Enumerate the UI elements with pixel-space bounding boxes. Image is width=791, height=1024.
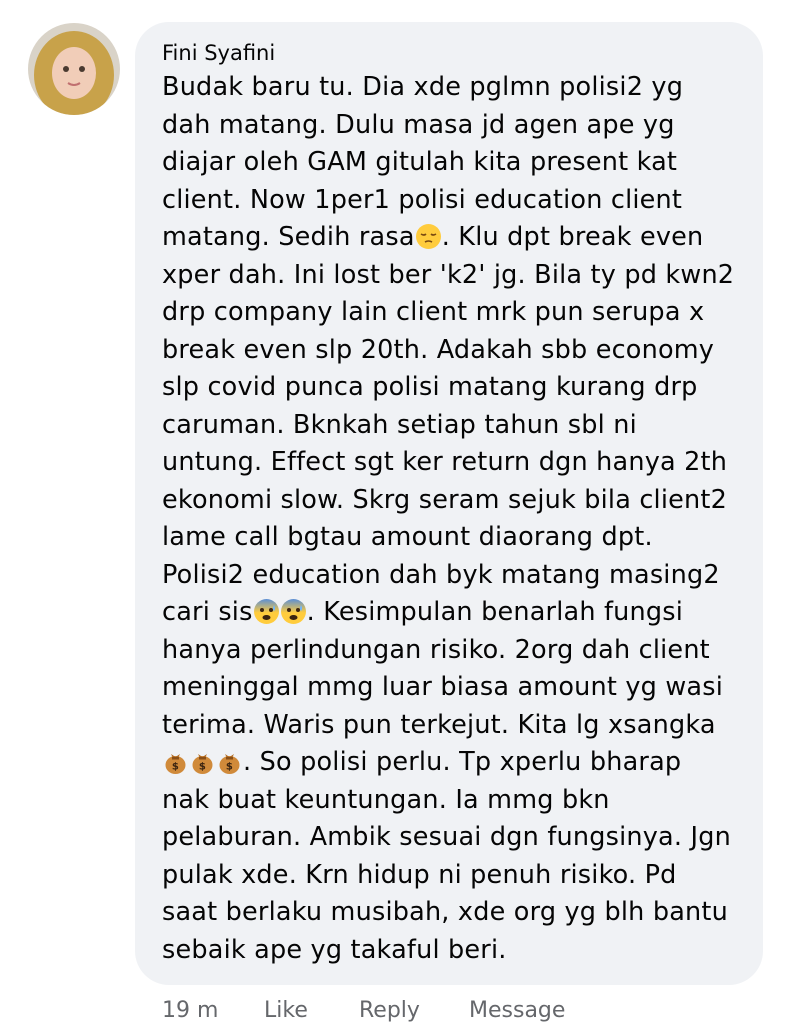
- comment-line-text: xper dah. Ini lost ber 'k2' jg. Bila ty …: [162, 259, 735, 290]
- money-bag-emoji: $: [162, 748, 189, 775]
- comment-line-text: Polisi2 education dah byk matang masing2: [162, 559, 720, 590]
- avatar[interactable]: [28, 23, 120, 115]
- comment-line-text: client. Now 1per1 polisi education clien…: [162, 184, 683, 215]
- message-button[interactable]: Message: [469, 998, 565, 1023]
- comment-line-text: meninggal mmg luar biasa amount yg wasi: [162, 672, 724, 702]
- comment-line-text: slp covid punca polisi matang kurang drp: [162, 372, 698, 402]
- comment-line-text: caruman. Bknkah setiap tahun sbl ni: [162, 409, 637, 440]
- comment-line-text: sebaik ape yg takaful beri.: [162, 934, 507, 965]
- comment-line: hanya perlindungan risiko. 2org dah clie…: [162, 632, 749, 670]
- comment-line-text: break even slp 20th. Adakah sbb economy: [162, 334, 715, 365]
- comment-line: saat berlaku musibah, xde org yg blh ban…: [162, 894, 749, 932]
- comment-line: Polisi2 education dah byk matang masing2: [162, 557, 749, 595]
- comment-line-text: nak buat keuntungan. Ia mmg bkn: [162, 784, 610, 815]
- comment-line: $ $ $ . So polisi perlu. Tp xperlu bharap: [162, 744, 749, 782]
- comment-line-text: cari sis: [162, 597, 253, 627]
- comment-line: caruman. Bknkah setiap tahun sbl ni: [162, 407, 749, 445]
- comment-line: lame call bgtau amount diaorang dpt.: [162, 519, 749, 557]
- reply-button[interactable]: Reply: [359, 998, 469, 1023]
- comment-bubble: Fini Syafini Budak baru tu. Dia xde pglm…: [135, 22, 763, 985]
- comment-line-text: pelaburan. Ambik sesuai dgn fungsinya. J…: [162, 822, 731, 852]
- comment-line: drp company lain client mrk pun serupa x: [162, 294, 749, 332]
- comment-line-text: lame call bgtau amount diaorang dpt.: [162, 522, 653, 552]
- comment-line: nak buat keuntungan. Ia mmg bkn: [162, 782, 749, 820]
- comment-line: cari sis . Kesimpulan benarlah fungsi: [162, 594, 749, 632]
- comment-timestamp[interactable]: 19 m: [162, 998, 264, 1023]
- svg-text:$: $: [226, 762, 233, 773]
- anxious-face-emoji: [280, 598, 307, 625]
- comment-line: diajar oleh GAM gitulah kita present kat: [162, 144, 749, 182]
- comment-line: break even slp 20th. Adakah sbb economy: [162, 332, 749, 370]
- comment-line: pulak xde. Krn hidup ni penuh risiko. Pd: [162, 857, 749, 895]
- comment-line-text: matang. Sedih rasa: [162, 222, 415, 252]
- comment-line: sebaik ape yg takaful beri.: [162, 932, 749, 970]
- comment-line: meninggal mmg luar biasa amount yg wasi: [162, 669, 749, 707]
- comment-line: untung. Effect sgt ker return dgn hanya …: [162, 444, 749, 482]
- comment-line-text: . Klu dpt break even: [441, 222, 704, 252]
- comment-line: dah matang. Dulu masa jd agen ape yg: [162, 107, 749, 145]
- comment-line-text: ekonomi slow. Skrg seram sejuk bila clie…: [162, 484, 727, 515]
- comment-line-text: Budak baru tu. Dia xde pglmn polisi2 yg: [162, 72, 684, 102]
- comment-line: ekonomi slow. Skrg seram sejuk bila clie…: [162, 482, 749, 520]
- comment-line: pelaburan. Ambik sesuai dgn fungsinya. J…: [162, 819, 749, 857]
- comment-line: Budak baru tu. Dia xde pglmn polisi2 yg: [162, 69, 749, 107]
- comment-text: Budak baru tu. Dia xde pglmn polisi2 yg d…: [162, 69, 749, 969]
- comment-line-text: diajar oleh GAM gitulah kita present kat: [162, 147, 678, 177]
- comment-line-text: . So polisi perlu. Tp xperlu bharap: [243, 747, 682, 777]
- like-button[interactable]: Like: [264, 998, 359, 1023]
- comment-line: xper dah. Ini lost ber 'k2' jg. Bila ty …: [162, 257, 749, 295]
- money-bag-emoji: $: [216, 748, 243, 775]
- comment-author[interactable]: Fini Syafini: [162, 39, 749, 67]
- comment-line-text: . Kesimpulan benarlah fungsi: [306, 597, 684, 627]
- comment-actions: 19 m Like Reply Message: [162, 998, 565, 1023]
- comment-line-text: hanya perlindungan risiko. 2org dah clie…: [162, 634, 710, 665]
- comment-line-text: saat berlaku musibah, xde org yg blh ban…: [162, 897, 728, 927]
- comment-line: client. Now 1per1 polisi education clien…: [162, 182, 749, 220]
- comment-line-text: untung. Effect sgt ker return dgn hanya …: [162, 447, 728, 477]
- comment-line-text: dah matang. Dulu masa jd agen ape yg: [162, 109, 675, 140]
- svg-text:$: $: [172, 762, 179, 773]
- svg-text:$: $: [199, 762, 206, 773]
- comment-line: terima. Waris pun terkejut. Kita lg xsan…: [162, 707, 749, 745]
- money-bag-emoji: $: [189, 748, 216, 775]
- anxious-face-emoji: [253, 598, 280, 625]
- comment-line: matang. Sedih rasa . Klu dpt break even: [162, 219, 749, 257]
- comment-line: slp covid punca polisi matang kurang drp: [162, 369, 749, 407]
- comment-line-text: terima. Waris pun terkejut. Kita lg xsan…: [162, 709, 716, 740]
- comment-line-text: drp company lain client mrk pun serupa x: [162, 297, 705, 327]
- comment-line-text: pulak xde. Krn hidup ni penuh risiko. Pd: [162, 859, 677, 890]
- pensive-face-emoji: [415, 223, 442, 250]
